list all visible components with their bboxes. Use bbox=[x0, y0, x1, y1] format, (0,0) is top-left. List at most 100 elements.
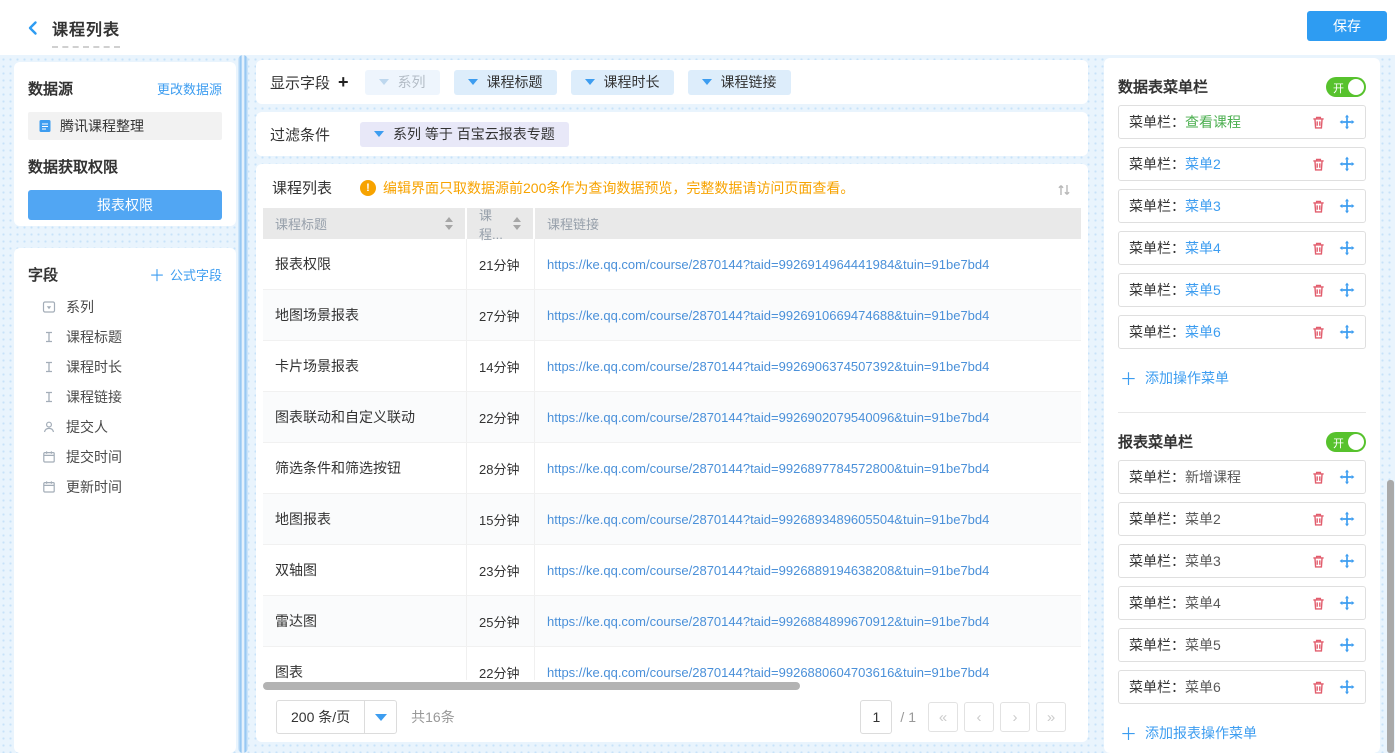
course-link[interactable]: https://ke.qq.com/course/2870144?taid=99… bbox=[547, 410, 989, 425]
column-header-2[interactable]: 课程... bbox=[467, 208, 535, 239]
horizontal-scrollbar[interactable] bbox=[263, 682, 800, 690]
menu-item-name[interactable]: 查看课程 bbox=[1185, 112, 1241, 132]
move-icon[interactable] bbox=[1339, 114, 1355, 130]
chevron-down-icon bbox=[702, 79, 712, 85]
menu-item-name[interactable]: 菜单3 bbox=[1185, 196, 1221, 216]
field-item-提交人[interactable]: 提交人 bbox=[28, 412, 222, 442]
filter-label: 过滤条件 bbox=[270, 124, 330, 145]
current-page-box[interactable]: 1 bbox=[860, 700, 892, 734]
field-item-提交时间[interactable]: 提交时间 bbox=[28, 442, 222, 472]
menu-section-header: 报表菜单栏开 bbox=[1118, 431, 1366, 452]
menu-item-name[interactable]: 新增课程 bbox=[1185, 467, 1241, 487]
filter-condition-chip[interactable]: 系列 等于 百宝云报表专题 bbox=[360, 122, 569, 147]
add-formula-field-link[interactable]: ＋ 公式字段 bbox=[149, 262, 222, 286]
course-link[interactable]: https://ke.qq.com/course/2870144?taid=99… bbox=[547, 614, 989, 629]
datasource-panel: 数据源 更改数据源 腾讯课程整理 数据获取权限 报表权限 bbox=[14, 62, 236, 226]
move-icon[interactable] bbox=[1339, 679, 1355, 695]
display-field-chip-系列[interactable]: 系列 bbox=[365, 70, 440, 95]
chevron-down-icon bbox=[585, 79, 595, 85]
page-title: 课程列表 bbox=[52, 16, 120, 48]
change-datasource-link[interactable]: 更改数据源 bbox=[157, 79, 222, 98]
trash-icon[interactable] bbox=[1311, 157, 1326, 172]
menu-toggle-switch[interactable]: 开 bbox=[1326, 432, 1366, 452]
move-icon[interactable] bbox=[1339, 240, 1355, 256]
menu-item-name[interactable]: 菜单5 bbox=[1185, 280, 1221, 300]
trash-icon[interactable] bbox=[1311, 680, 1326, 695]
course-duration-cell: 14分钟 bbox=[467, 341, 535, 391]
page-vertical-scrollbar[interactable] bbox=[1387, 480, 1394, 753]
course-link[interactable]: https://ke.qq.com/course/2870144?taid=99… bbox=[547, 308, 989, 323]
menu-item-name[interactable]: 菜单6 bbox=[1185, 322, 1221, 342]
field-item-课程时长[interactable]: 课程时长 bbox=[28, 352, 222, 382]
next-page-button[interactable]: › bbox=[1000, 702, 1030, 732]
course-link[interactable]: https://ke.qq.com/course/2870144?taid=99… bbox=[547, 461, 989, 476]
add-display-field-icon[interactable]: + bbox=[338, 72, 349, 93]
add-menu-link[interactable]: ＋添加操作菜单 bbox=[1120, 365, 1366, 390]
report-permission-button[interactable]: 报表权限 bbox=[28, 190, 222, 220]
menu-item-name[interactable]: 菜单2 bbox=[1185, 154, 1221, 174]
course-link[interactable]: https://ke.qq.com/course/2870144?taid=99… bbox=[547, 665, 989, 680]
move-icon[interactable] bbox=[1339, 156, 1355, 172]
page-size-value: 200 条/页 bbox=[277, 701, 364, 733]
menu-item-name[interactable]: 菜单4 bbox=[1185, 238, 1221, 258]
trash-icon[interactable] bbox=[1311, 115, 1326, 130]
move-icon[interactable] bbox=[1339, 553, 1355, 569]
panel-divider-scrollbar[interactable] bbox=[238, 55, 248, 753]
calendar-icon bbox=[42, 480, 56, 494]
page-size-select[interactable]: 200 条/页 bbox=[276, 700, 397, 734]
course-link[interactable]: https://ke.qq.com/course/2870144?taid=99… bbox=[547, 563, 989, 578]
trash-icon[interactable] bbox=[1311, 325, 1326, 340]
menu-item-name[interactable]: 菜单5 bbox=[1185, 635, 1221, 655]
field-item-系列[interactable]: 系列 bbox=[28, 292, 222, 322]
menu-item-name[interactable]: 菜单3 bbox=[1185, 551, 1221, 571]
trash-icon[interactable] bbox=[1311, 199, 1326, 214]
sort-arrows-icon[interactable] bbox=[513, 217, 521, 230]
course-link-cell: https://ke.qq.com/course/2870144?taid=99… bbox=[535, 239, 1081, 289]
first-page-button[interactable]: « bbox=[928, 702, 958, 732]
trash-icon[interactable] bbox=[1311, 596, 1326, 611]
display-field-chip-课程时长[interactable]: 课程时长 bbox=[571, 70, 674, 95]
trash-icon[interactable] bbox=[1311, 241, 1326, 256]
menu-item-name[interactable]: 菜单4 bbox=[1185, 593, 1221, 613]
move-icon[interactable] bbox=[1339, 511, 1355, 527]
menu-item-name[interactable]: 菜单2 bbox=[1185, 509, 1221, 529]
course-link[interactable]: https://ke.qq.com/course/2870144?taid=99… bbox=[547, 512, 989, 527]
display-field-chip-课程链接[interactable]: 课程链接 bbox=[688, 70, 791, 95]
last-page-button[interactable]: » bbox=[1036, 702, 1066, 732]
calendar-icon bbox=[42, 450, 56, 464]
field-item-课程链接[interactable]: 课程链接 bbox=[28, 382, 222, 412]
menu-toggle-switch[interactable]: 开 bbox=[1326, 77, 1366, 97]
move-icon[interactable] bbox=[1339, 324, 1355, 340]
prev-page-button[interactable]: ‹ bbox=[964, 702, 994, 732]
datasource-item[interactable]: 腾讯课程整理 bbox=[28, 112, 222, 140]
move-icon[interactable] bbox=[1339, 595, 1355, 611]
display-field-chip-课程标题[interactable]: 课程标题 bbox=[454, 70, 557, 95]
page-size-caret[interactable] bbox=[364, 701, 396, 733]
trash-icon[interactable] bbox=[1311, 554, 1326, 569]
back-button[interactable] bbox=[20, 15, 46, 41]
course-link[interactable]: https://ke.qq.com/course/2870144?taid=99… bbox=[547, 257, 989, 272]
field-item-更新时间[interactable]: 更新时间 bbox=[28, 472, 222, 502]
course-link[interactable]: https://ke.qq.com/course/2870144?taid=99… bbox=[547, 359, 989, 374]
move-icon[interactable] bbox=[1339, 282, 1355, 298]
course-duration-cell: 15分钟 bbox=[467, 494, 535, 544]
save-button[interactable]: 保存 bbox=[1307, 11, 1387, 41]
trash-icon[interactable] bbox=[1311, 638, 1326, 653]
course-title-cell: 雷达图 bbox=[263, 596, 467, 646]
datasource-title: 数据源 bbox=[28, 78, 73, 99]
sort-order-button[interactable] bbox=[1050, 176, 1078, 204]
move-icon[interactable] bbox=[1339, 198, 1355, 214]
add-menu-link[interactable]: ＋添加报表操作菜单 bbox=[1120, 720, 1366, 745]
trash-icon[interactable] bbox=[1311, 512, 1326, 527]
course-duration-cell: 22分钟 bbox=[467, 647, 535, 680]
move-icon[interactable] bbox=[1339, 469, 1355, 485]
trash-icon[interactable] bbox=[1311, 470, 1326, 485]
course-table-card: 课程列表 ! 编辑界面只取数据源前200条作为查询数据预览，完整数据请访问页面查… bbox=[256, 164, 1088, 742]
column-header-1[interactable]: 课程标题 bbox=[263, 208, 467, 239]
move-icon[interactable] bbox=[1339, 637, 1355, 653]
field-item-课程标题[interactable]: 课程标题 bbox=[28, 322, 222, 352]
menu-item-name[interactable]: 菜单6 bbox=[1185, 677, 1221, 697]
trash-icon[interactable] bbox=[1311, 283, 1326, 298]
sort-arrows-icon[interactable] bbox=[445, 217, 453, 230]
text-icon bbox=[42, 330, 56, 344]
